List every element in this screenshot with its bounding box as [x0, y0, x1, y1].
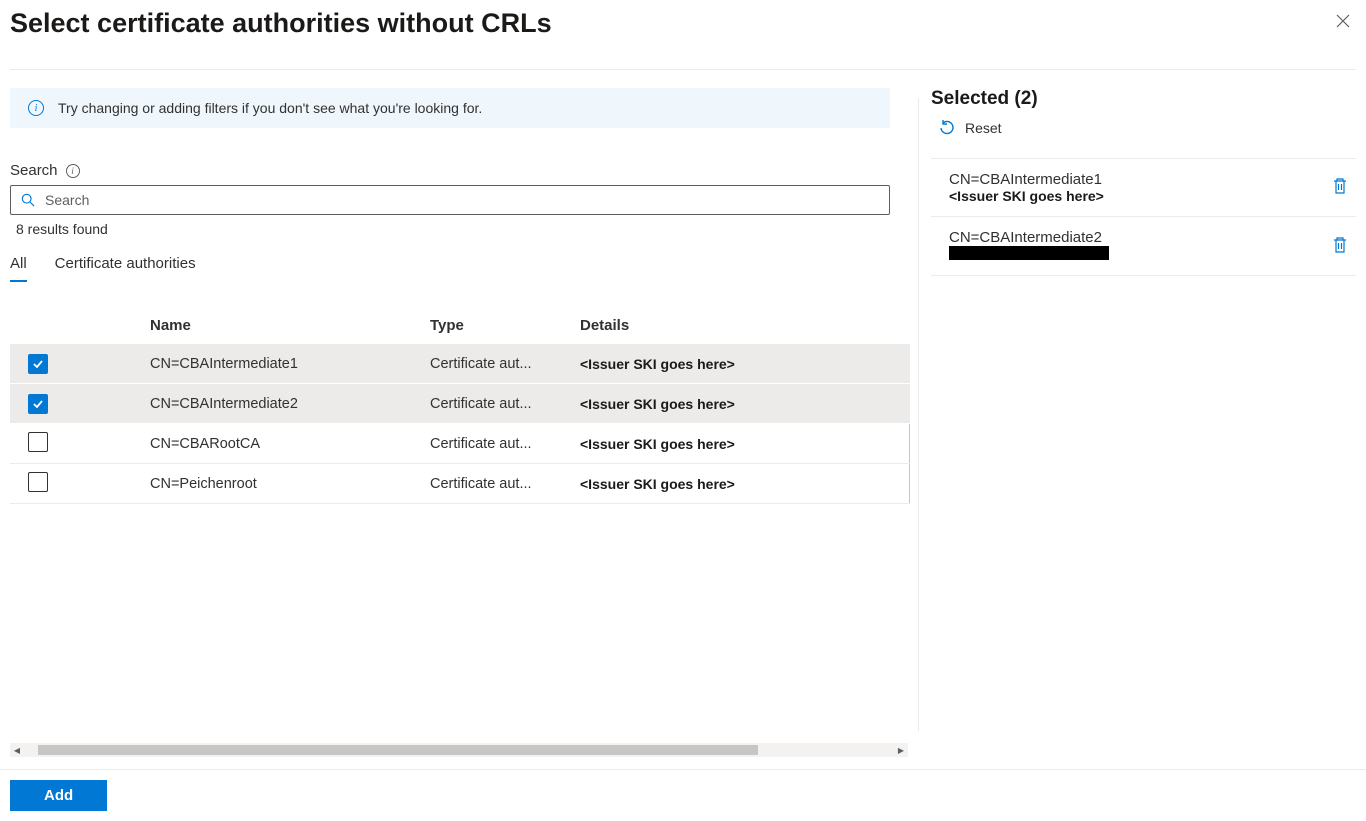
row-details: <Issuer SKI goes here>	[580, 356, 910, 372]
info-icon[interactable]: i	[66, 164, 80, 178]
col-type[interactable]: Type	[430, 317, 580, 334]
scroll-right-arrow[interactable]: ▶	[894, 746, 908, 755]
scrollbar-thumb[interactable]	[38, 745, 758, 755]
row-checkbox[interactable]	[28, 394, 48, 414]
remove-selected-button[interactable]	[1328, 173, 1352, 202]
selected-item: CN=CBAIntermediate2	[931, 217, 1356, 276]
tab-certificate-authorities[interactable]: Certificate authorities	[55, 249, 196, 278]
search-icon	[21, 193, 35, 207]
row-type: Certificate aut...	[430, 356, 560, 372]
table-row[interactable]: CN=Peichenroot Certificate aut... <Issue…	[10, 464, 910, 504]
row-checkbox[interactable]	[28, 354, 48, 374]
tabs: All Certificate authorities	[10, 249, 890, 279]
row-name: CN=Peichenroot	[150, 476, 430, 492]
table-row[interactable]: CN=CBAIntermediate1 Certificate aut... <…	[10, 344, 910, 384]
reset-label: Reset	[965, 120, 1002, 136]
selected-list: CN=CBAIntermediate1 <Issuer SKI goes her…	[931, 158, 1356, 276]
search-box[interactable]	[10, 185, 890, 215]
table-header: Name Type Details	[10, 307, 910, 344]
dialog-footer: Add	[0, 769, 1366, 821]
vertical-divider	[918, 98, 919, 731]
col-name[interactable]: Name	[150, 317, 430, 334]
info-banner-text: Try changing or adding filters if you do…	[58, 100, 482, 116]
dialog-header: Select certificate authorities without C…	[0, 0, 1366, 39]
row-checkbox[interactable]	[28, 472, 48, 492]
dialog-title: Select certificate authorities without C…	[10, 8, 552, 39]
selected-item-name: CN=CBAIntermediate1	[949, 171, 1104, 188]
trash-icon	[1332, 177, 1348, 195]
reset-button[interactable]: Reset	[939, 120, 1356, 136]
search-label-row: Search i	[10, 162, 890, 179]
search-input[interactable]	[45, 192, 879, 208]
selected-item-name: CN=CBAIntermediate2	[949, 229, 1109, 246]
check-icon	[32, 358, 44, 370]
row-name: CN=CBARootCA	[150, 436, 430, 452]
table-row[interactable]: CN=CBAIntermediate2 Certificate aut... <…	[10, 384, 910, 424]
remove-selected-button[interactable]	[1328, 232, 1352, 261]
results-count: 8 results found	[16, 221, 890, 237]
undo-icon	[939, 120, 955, 136]
row-type: Certificate aut...	[430, 436, 560, 452]
selected-item-detail-redacted	[949, 246, 1109, 260]
table-row[interactable]: CN=CBARootCA Certificate aut... <Issuer …	[10, 424, 910, 464]
row-details: <Issuer SKI goes here>	[580, 396, 910, 412]
selected-item: CN=CBAIntermediate1 <Issuer SKI goes her…	[931, 158, 1356, 217]
ca-table: Name Type Details CN=CBAIntermediate1 Ce…	[10, 307, 910, 504]
row-name: CN=CBAIntermediate1	[150, 356, 430, 372]
trash-icon	[1332, 236, 1348, 254]
col-details[interactable]: Details	[580, 317, 910, 334]
info-icon: i	[28, 100, 44, 116]
tab-all[interactable]: All	[10, 249, 27, 278]
row-type: Certificate aut...	[430, 476, 560, 492]
row-details: <Issuer SKI goes here>	[580, 424, 910, 463]
row-details: <Issuer SKI goes here>	[580, 464, 910, 503]
selected-heading: Selected (2)	[931, 88, 1356, 110]
add-button[interactable]: Add	[10, 780, 107, 811]
close-button[interactable]	[1330, 8, 1356, 39]
selected-item-detail: <Issuer SKI goes here>	[949, 188, 1104, 204]
info-banner: i Try changing or adding filters if you …	[10, 88, 890, 128]
check-icon	[32, 398, 44, 410]
row-type: Certificate aut...	[430, 396, 560, 412]
close-icon	[1336, 14, 1350, 28]
search-label: Search	[10, 162, 58, 179]
scroll-left-arrow[interactable]: ◀	[10, 746, 24, 755]
row-name: CN=CBAIntermediate2	[150, 396, 430, 412]
horizontal-scrollbar[interactable]: ◀ ▶	[10, 743, 908, 757]
row-checkbox[interactable]	[28, 432, 48, 452]
